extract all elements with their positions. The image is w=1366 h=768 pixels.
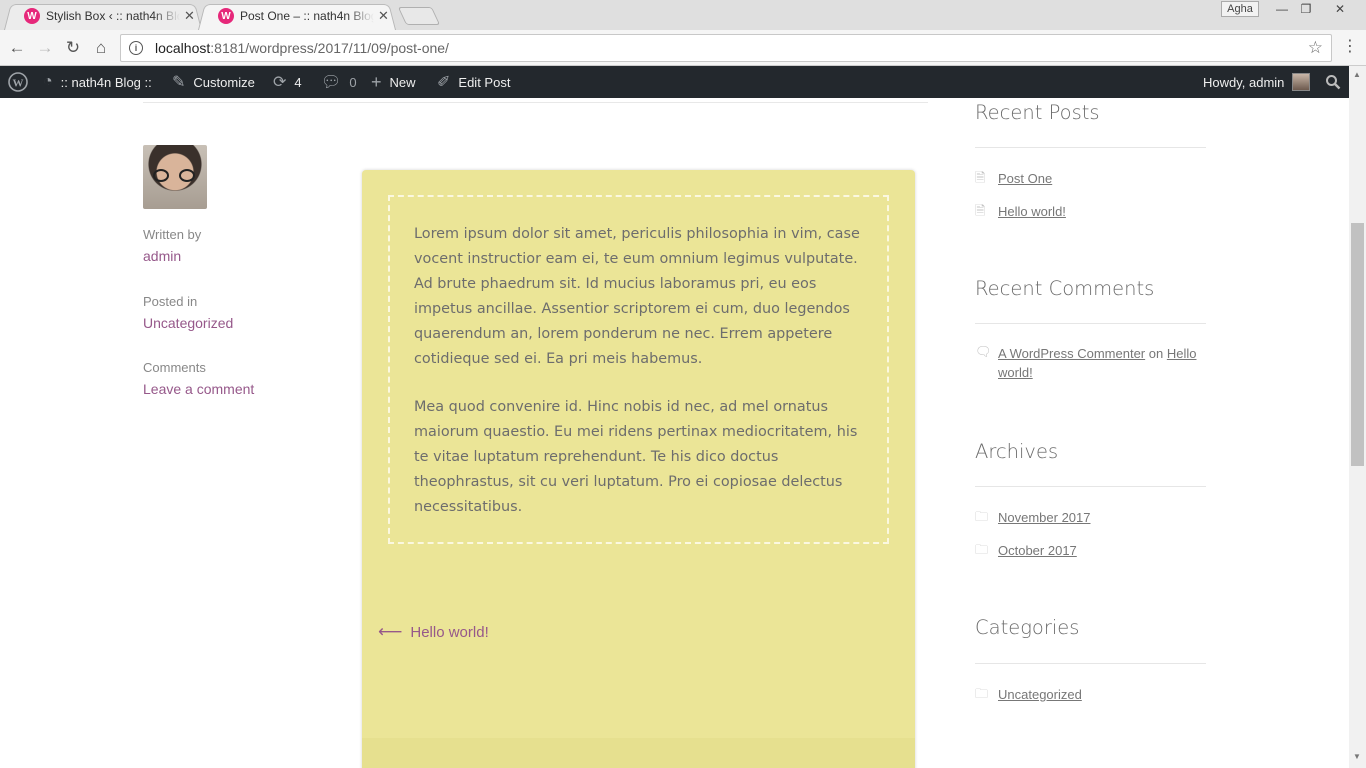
scrollbar-thumb[interactable] bbox=[1351, 223, 1364, 466]
folder-icon: 🗀︎ bbox=[975, 686, 989, 701]
search-icon[interactable] bbox=[1325, 66, 1341, 98]
updates-count: 4 bbox=[294, 74, 302, 90]
previous-post-link[interactable]: ⟵ Hello world! bbox=[378, 622, 489, 642]
list-item: 🗎︎ Post One bbox=[975, 169, 1206, 191]
category-link[interactable]: Uncategorized bbox=[998, 687, 1082, 702]
updates-icon: ⟳ bbox=[273, 74, 287, 91]
archive-link[interactable]: November 2017 bbox=[998, 510, 1091, 525]
new-content-menu[interactable]: + New bbox=[371, 66, 416, 98]
wordpress-logo-icon[interactable]: W bbox=[8, 66, 28, 98]
browser-tab-stylish-box[interactable]: W Stylish Box ‹ :: nath4n Blog ✕ bbox=[4, 2, 202, 30]
author-avatar bbox=[143, 145, 207, 209]
minimize-icon[interactable]: — bbox=[1269, 0, 1295, 18]
back-icon[interactable]: ← bbox=[6, 37, 28, 59]
recent-post-link[interactable]: Hello world! bbox=[998, 204, 1066, 219]
folder-icon: 🗀︎ bbox=[975, 509, 989, 524]
browser-menu-icon[interactable]: ⋮ bbox=[1342, 37, 1358, 57]
tab-title: Stylish Box ‹ :: nath4n Blog bbox=[46, 9, 180, 23]
my-account-menu[interactable]: Howdy, admin bbox=[1203, 66, 1311, 98]
customize-menu[interactable]: ✎ Customize bbox=[172, 66, 255, 98]
archives-title: Archives bbox=[975, 440, 1059, 463]
new-tab-button[interactable] bbox=[397, 7, 441, 25]
customize-label: Customize bbox=[193, 74, 255, 90]
reload-icon[interactable]: ↻ bbox=[62, 37, 84, 59]
home-icon[interactable]: ⌂ bbox=[90, 37, 112, 59]
howdy-label: Howdy, admin bbox=[1203, 74, 1285, 90]
address-bar[interactable]: i localhost:8181/wordpress/2017/11/09/po… bbox=[120, 34, 1332, 62]
box-footer bbox=[362, 738, 915, 768]
folder-icon: 🗀︎ bbox=[975, 542, 989, 557]
new-label: New bbox=[389, 74, 416, 90]
scroll-down-icon[interactable]: ▼ bbox=[1353, 752, 1361, 761]
list-item: 🗀︎ Uncategorized bbox=[975, 685, 1206, 707]
scroll-up-icon[interactable]: ▲ bbox=[1353, 70, 1361, 79]
comment-icon: 🗨︎ bbox=[975, 344, 992, 359]
site-name: :: nath4n Blog :: bbox=[60, 74, 152, 90]
arrow-left-icon: ⟵ bbox=[378, 622, 403, 641]
updates-menu[interactable]: ⟳ 4 bbox=[273, 66, 302, 98]
wordpress-favicon-icon: W bbox=[218, 8, 234, 24]
stylish-box: Lorem ipsum dolor sit amet, periculis ph… bbox=[362, 170, 915, 768]
comment-bubble-icon: 💬︎ bbox=[321, 74, 342, 91]
edit-post-label: Edit Post bbox=[458, 74, 511, 90]
recent-comments-title: Recent Comments bbox=[975, 277, 1155, 300]
bookmark-star-icon[interactable]: ☆ bbox=[1308, 38, 1323, 58]
avatar bbox=[1292, 73, 1311, 91]
recent-post-link[interactable]: Post One bbox=[998, 171, 1052, 186]
categories-title: Categories bbox=[975, 616, 1080, 639]
divider bbox=[143, 102, 928, 103]
edit-post-menu[interactable]: ✐ Edit Post bbox=[437, 66, 510, 98]
url-path: :8181/wordpress/2017/11/09/post-one/ bbox=[210, 40, 449, 56]
posted-in-label: Posted in bbox=[143, 294, 198, 309]
brush-icon: ✎ bbox=[172, 74, 186, 91]
forward-icon[interactable]: → bbox=[34, 37, 56, 59]
vertical-scrollbar[interactable]: ▲ ▼ bbox=[1349, 66, 1366, 768]
profile-badge[interactable]: Agha bbox=[1221, 1, 1259, 17]
divider bbox=[975, 147, 1206, 148]
divider bbox=[975, 323, 1206, 324]
document-icon: 🗎︎ bbox=[975, 170, 986, 185]
list-item: 🗨︎ A WordPress Commenter on Hello world! bbox=[975, 344, 1206, 382]
list-item: 🗀︎ October 2017 bbox=[975, 541, 1206, 563]
author-link[interactable]: admin bbox=[143, 248, 181, 264]
url-host: localhost bbox=[155, 40, 211, 56]
site-info-icon[interactable]: i bbox=[129, 41, 143, 55]
close-window-icon[interactable]: ✕ bbox=[1327, 0, 1353, 18]
category-link[interactable]: Uncategorized bbox=[143, 315, 233, 331]
dashboard-icon: ◔ bbox=[43, 73, 53, 90]
browser-tab-strip: W Stylish Box ‹ :: nath4n Blog ✕ W Post … bbox=[0, 0, 1366, 30]
wordpress-favicon-icon: W bbox=[24, 8, 40, 24]
site-name-menu[interactable]: ◔ :: nath4n Blog :: bbox=[43, 66, 152, 98]
leave-comment-link[interactable]: Leave a comment bbox=[143, 381, 254, 397]
divider bbox=[975, 486, 1206, 487]
browser-toolbar: ← → ↻ ⌂ i localhost:8181/wordpress/2017/… bbox=[0, 30, 1366, 66]
list-item: 🗀︎ November 2017 bbox=[975, 508, 1206, 530]
restore-icon[interactable]: ❐ bbox=[1293, 0, 1319, 18]
tab-close-icon[interactable]: ✕ bbox=[378, 8, 389, 24]
page-content: Written by admin Posted in Uncategorized… bbox=[0, 98, 1349, 768]
tab-title: Post One – :: nath4n Blog bbox=[240, 9, 374, 23]
browser-tab-post-one[interactable]: W Post One – :: nath4n Blog ✕ bbox=[198, 2, 396, 30]
wp-admin-bar: W ◔ :: nath4n Blog :: ✎ Customize ⟳ 4 💬︎… bbox=[0, 66, 1349, 98]
comments-label: Comments bbox=[143, 360, 206, 375]
archive-link[interactable]: October 2017 bbox=[998, 543, 1077, 558]
divider bbox=[975, 663, 1206, 664]
pencil-icon: ✐ bbox=[437, 74, 451, 91]
comments-menu[interactable]: 💬︎ 0 bbox=[321, 66, 357, 98]
svg-text:W: W bbox=[13, 78, 24, 90]
plus-icon: + bbox=[371, 71, 382, 92]
comment-on-text: on bbox=[1148, 346, 1164, 361]
previous-post-title: Hello world! bbox=[410, 623, 489, 641]
document-icon: 🗎︎ bbox=[975, 203, 986, 218]
post-paragraph: Lorem ipsum dolor sit amet, periculis ph… bbox=[414, 226, 860, 367]
written-by-label: Written by bbox=[143, 227, 202, 242]
recent-posts-title: Recent Posts bbox=[975, 101, 1100, 124]
comment-author-link[interactable]: A WordPress Commenter bbox=[998, 346, 1145, 361]
post-paragraph: Mea quod convenire id. Hinc nobis id nec… bbox=[414, 399, 858, 515]
tab-close-icon[interactable]: ✕ bbox=[184, 8, 195, 24]
list-item: 🗎︎ Hello world! bbox=[975, 202, 1206, 224]
comments-count: 0 bbox=[349, 74, 357, 90]
